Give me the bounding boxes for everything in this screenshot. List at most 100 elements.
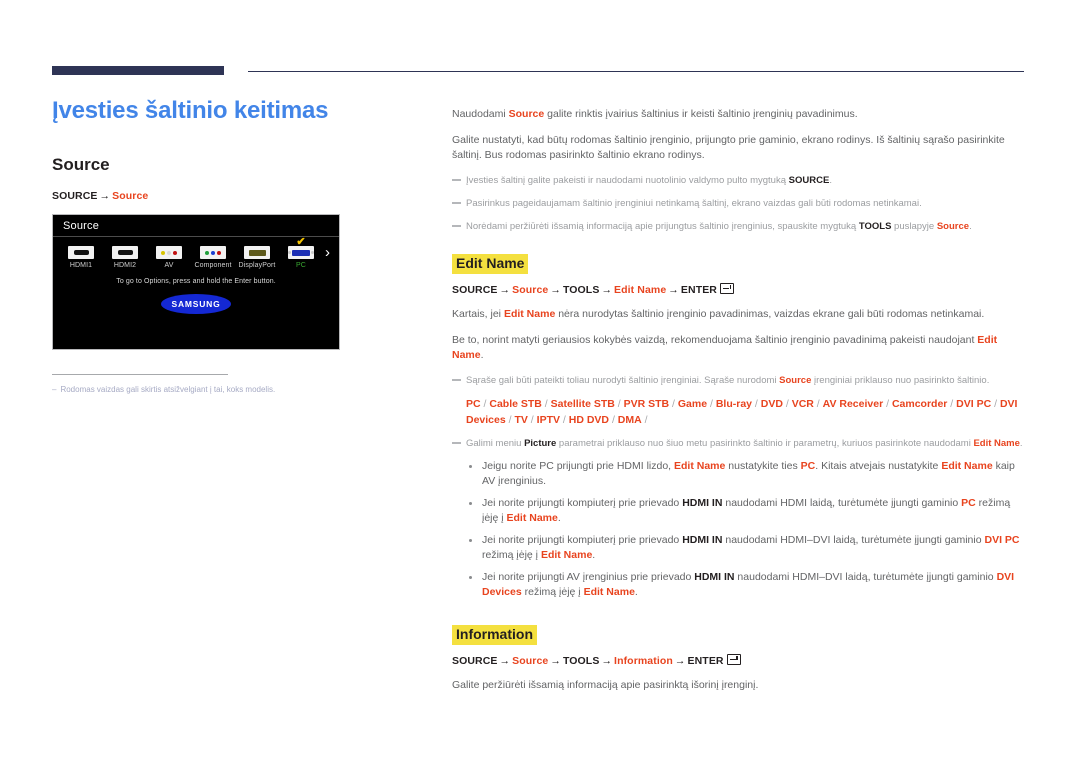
breadcrumb: SOURCE → Source xyxy=(52,190,412,202)
device-separator: / xyxy=(813,397,823,410)
list-item-text: . xyxy=(557,512,561,524)
tv-osd-hint: To go to Options, press and hold the Ent… xyxy=(116,278,276,286)
left-column: Įvesties šaltinio keitimas Source SOURCE… xyxy=(52,96,412,396)
heading-edit-name: Edit Name xyxy=(452,253,529,274)
tv-source-screenshot: Source HDMI1 HDMI2 AV Component DisplayP… xyxy=(52,214,340,351)
edit-name-note-1: Sąraše gali būti pateikti toliau nurodyt… xyxy=(452,373,1026,388)
device-name: Cable STB xyxy=(489,397,542,410)
note-emphasis: SOURCE xyxy=(788,174,830,186)
tv-source-item-component[interactable]: Component xyxy=(191,246,235,269)
menu-path-step-1: SOURCE xyxy=(452,654,498,667)
intro-paragraph-2: Galite nustatyti, kad būtų rodomas šalti… xyxy=(452,133,1005,162)
footnote-divider xyxy=(52,374,228,376)
arrow-icon: → xyxy=(601,654,613,667)
device-separator: / xyxy=(947,397,957,410)
list-item-emphasis: HDMI IN xyxy=(682,496,723,509)
device-name: PVR STB xyxy=(623,397,670,410)
device-name: AV Receiver xyxy=(822,397,884,410)
list-item-text: Jeigu norite PC prijungti prie HDMI lizd… xyxy=(482,459,674,472)
list-item-text: nustatykite ties xyxy=(725,459,801,472)
arrow-icon: → xyxy=(674,654,686,667)
breadcrumb-arrow-icon: → xyxy=(99,190,111,203)
arrow-icon: → xyxy=(668,283,679,296)
menu-path-step-4: Information xyxy=(614,654,673,667)
device-separator: / xyxy=(991,397,1000,410)
edit-name-bullet-list: Jeigu norite PC prijungti prie HDMI lizd… xyxy=(452,459,1026,601)
device-name: IPTV xyxy=(536,413,560,426)
device-name: DVD xyxy=(760,397,783,410)
device-separator: / xyxy=(527,413,537,426)
note-source-term: Source xyxy=(779,374,812,386)
tv-source-item-displayport[interactable]: DisplayPort xyxy=(235,246,279,269)
arrow-icon: → xyxy=(550,654,561,667)
intro-note-1: Įvesties šaltinį galite pakeisti ir naud… xyxy=(452,173,1026,188)
para-term: Edit Name xyxy=(503,307,556,320)
list-item-emphasis: HDMI IN xyxy=(694,570,735,583)
edit-name-paragraph-2: Be to, norint matyti geriausios kokybės … xyxy=(452,333,1026,364)
chevron-right-icon[interactable]: › xyxy=(325,245,330,260)
list-item-text: Jei norite prijungti kompiuterį prie pri… xyxy=(482,533,683,546)
device-name: Blu-ray xyxy=(715,397,753,410)
device-separator: / xyxy=(614,397,624,410)
note-source-term: Source xyxy=(936,220,970,232)
intro-p1-lead: Naudodami xyxy=(452,107,509,120)
note-emphasis: TOOLS xyxy=(858,220,892,232)
menu-path-step-5: ENTER xyxy=(687,654,724,667)
samsung-wordmark: SAMSUNG xyxy=(171,299,221,310)
device-separator: / xyxy=(707,397,716,410)
page-title: Įvesties šaltinio keitimas xyxy=(52,97,329,124)
displayport-port-icon xyxy=(244,246,270,260)
list-item-emphasis: HDMI IN xyxy=(682,533,723,546)
list-item-emphasis: DVI PC xyxy=(984,533,1020,546)
para-lead: Kartais, jei xyxy=(452,307,504,320)
menu-path-step-2: Source xyxy=(512,283,549,296)
list-item-text: Jei norite prijungti kompiuterį prie pri… xyxy=(482,496,683,509)
para-tail: nėra nurodytas šaltinio įrenginio pavadi… xyxy=(555,307,985,320)
intro-note-2: Pasirinkus pageidaujamam šaltinio įrengi… xyxy=(452,196,1026,211)
list-item-emphasis: Edit Name xyxy=(506,512,558,524)
list-item-emphasis: Edit Name xyxy=(941,459,993,472)
device-separator: / xyxy=(560,413,569,426)
tv-source-item-pc[interactable]: ✔ PC xyxy=(279,237,323,269)
intro-p1-tail: galite rinktis įvairius šaltinius ir kei… xyxy=(544,107,858,120)
right-column: Naudodami Source galite rinktis įvairius… xyxy=(452,96,1026,704)
tv-source-label: DisplayPort xyxy=(238,262,276,270)
device-separator: / xyxy=(541,397,551,410)
list-item: Jei norite prijungti kompiuterį prie pri… xyxy=(466,533,1026,564)
para-tail: . xyxy=(480,349,484,361)
tv-source-item-av[interactable]: AV xyxy=(147,246,191,269)
tv-source-label: Component xyxy=(194,262,232,270)
arrow-icon: → xyxy=(550,283,561,296)
note-tail: įrenginiai priklauso nuo pasirinkto šalt… xyxy=(811,374,990,386)
edit-name-note-2: Galimi meniu Picture parametrai priklaus… xyxy=(452,436,1026,451)
note-editname-term: Edit Name xyxy=(973,437,1020,449)
tv-source-item-hdmi1[interactable]: HDMI1 xyxy=(59,246,103,269)
vga-port-icon xyxy=(288,246,314,260)
header-accent-block xyxy=(52,66,224,75)
device-name: Camcorder xyxy=(891,397,948,410)
page-header-rules xyxy=(52,66,1024,78)
note-picture-term: Picture xyxy=(524,437,557,449)
note-text: Sąraše gali būti pateikti toliau nurodyt… xyxy=(466,374,780,386)
list-item-emphasis: Edit Name xyxy=(674,459,726,472)
tv-osd-title: Source xyxy=(63,219,100,232)
information-paragraph-1: Galite peržiūrėti išsamią informaciją ap… xyxy=(452,678,759,691)
device-name: Satellite STB xyxy=(550,397,615,410)
enter-key-icon xyxy=(720,282,734,294)
list-item-text: režimą įėję į xyxy=(521,586,584,598)
device-name: Game xyxy=(677,397,708,410)
arrow-icon: → xyxy=(499,654,511,667)
list-item-text: . xyxy=(592,549,596,561)
device-name: PC xyxy=(466,397,481,410)
hdmi-port-icon xyxy=(68,246,94,260)
device-separator: / xyxy=(782,397,792,410)
menu-path-step-5: ENTER xyxy=(680,283,717,296)
intro-paragraph-1: Naudodami Source galite rinktis įvairius… xyxy=(452,107,1026,123)
tv-source-item-hdmi2[interactable]: HDMI2 xyxy=(103,246,147,269)
device-name: DVI PC xyxy=(956,397,992,410)
device-separator: / xyxy=(883,397,892,410)
device-separator: / xyxy=(669,397,678,410)
list-item: Jei norite prijungti AV įrenginius prie … xyxy=(466,570,1026,601)
